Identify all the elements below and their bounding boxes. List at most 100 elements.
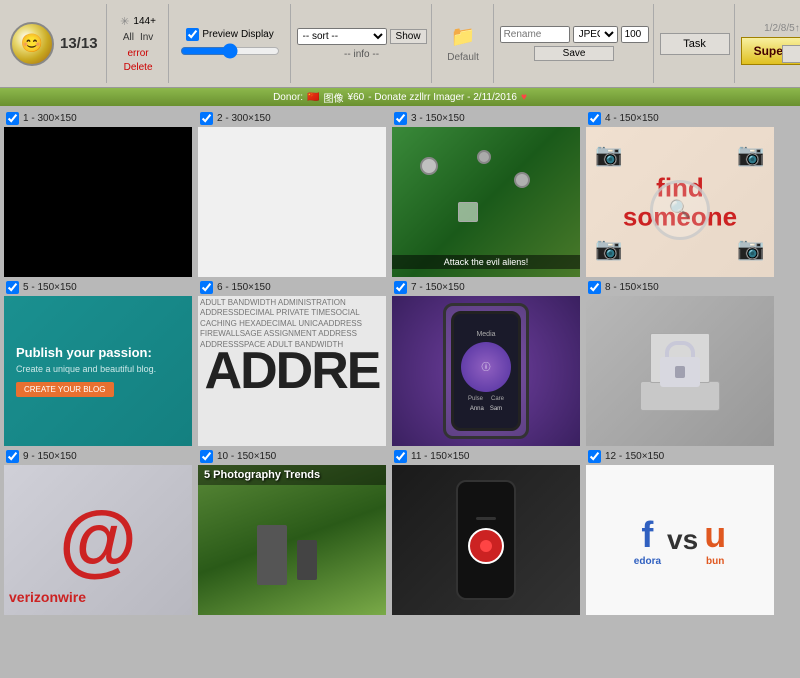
image-2-checkbox[interactable]: [200, 112, 213, 125]
image-1-preview[interactable]: [4, 127, 192, 277]
image-7-label: 7 - 150×150: [411, 282, 465, 293]
display-label: Display: [241, 29, 274, 40]
logo-section: 😊 13/13: [2, 4, 107, 83]
delete-label[interactable]: Delete: [124, 62, 153, 73]
preview-label: Preview: [202, 29, 238, 40]
grid-row-2: 5 - 150×150 Publish your passion: Create…: [4, 279, 796, 446]
image-6-label: 6 - 150×150: [217, 282, 271, 293]
image-9-label: 9 - 150×150: [23, 451, 77, 462]
show-button[interactable]: Show: [390, 29, 427, 44]
folder-section: 📁 Default: [434, 4, 494, 83]
image-1-checkbox[interactable]: [6, 112, 19, 125]
quality-input[interactable]: [621, 26, 649, 43]
image-4-preview[interactable]: findsomeone 📷 📷 📷 📷 🔍: [586, 127, 774, 277]
vip-speed: 1/2/8/5↑: [764, 23, 800, 34]
image-1-label: 1 - 300×150: [23, 113, 77, 124]
donor-amount: ¥60: [348, 92, 365, 103]
donor-flag: 🇨🇳: [307, 92, 319, 103]
ubuntu-u-icon: u: [704, 514, 726, 556]
image-3-checkbox[interactable]: [394, 112, 407, 125]
image-8-label: 8 - 150×150: [605, 282, 659, 293]
clip-button[interactable]: Clip: [782, 45, 800, 63]
star-icon: ✳: [120, 15, 129, 28]
image-10-checkbox[interactable]: [200, 450, 213, 463]
heart-icon: ♥: [521, 92, 527, 103]
image-11-preview[interactable]: [392, 465, 580, 615]
sort-section: -- sort -- Show -- info --: [293, 4, 432, 83]
image-2-label: 2 - 300×150: [217, 113, 271, 124]
star-count: 144+: [133, 16, 156, 27]
grid-cell-4: 4 - 150×150 findsomeone 📷 📷 📷 📷 🔍: [586, 110, 776, 277]
grid-cell-8: 8 - 150×150: [586, 279, 776, 446]
selection-section: ✳ 144+ All Inv error Delete: [109, 4, 169, 83]
info-label: -- info --: [344, 49, 379, 60]
app-logo: 😊: [10, 22, 54, 66]
grid-cell-2: 2 - 300×150: [198, 110, 388, 277]
folder-icon[interactable]: 📁: [451, 24, 476, 49]
image-5-label: 5 - 150×150: [23, 282, 77, 293]
preview-checkbox[interactable]: [186, 28, 199, 41]
image-2-preview[interactable]: [198, 127, 386, 277]
image-10-label: 10 - 150×150: [217, 451, 276, 462]
image-9-preview[interactable]: @ verizonwire: [4, 465, 192, 615]
donor-name: 图像: [324, 90, 344, 105]
rename-input[interactable]: [500, 26, 570, 43]
image-3-caption: Attack the evil aliens!: [392, 255, 580, 269]
image-5-preview[interactable]: Publish your passion: Create a unique an…: [4, 296, 192, 446]
image-4-checkbox[interactable]: [588, 112, 601, 125]
preview-section: Preview Display: [171, 4, 291, 83]
image-7-checkbox[interactable]: [394, 281, 407, 294]
grid-row-3: 9 - 150×150 @ verizonwire 10 - 150×150: [4, 448, 796, 615]
blog-title: Publish your passion:: [16, 345, 152, 360]
rename-section: JPEGPNGGIF Save: [496, 4, 654, 83]
default-label: Default: [447, 52, 479, 63]
address-bg-text: ADULT BANDWIDTH ADMINISTRATION ADDRESSDE…: [198, 296, 386, 446]
image-12-checkbox[interactable]: [588, 450, 601, 463]
photo-caption: 5 Photography Trends: [204, 469, 320, 481]
image-9-checkbox[interactable]: [6, 450, 19, 463]
error-label: error: [127, 48, 148, 59]
format-select[interactable]: JPEGPNGGIF: [573, 26, 618, 43]
supervip-section: 1/2/8/5↑ Super VIP: [737, 4, 800, 83]
grid-cell-9: 9 - 150×150 @ verizonwire: [4, 448, 194, 615]
grid-cell-11: 11 - 150×150: [392, 448, 582, 615]
statusbar: Donor: 🇨🇳 图像 ¥60 - Donate zzllrr Imager …: [0, 88, 800, 106]
donor-message: - Donate zzllrr Imager - 2/11/2016: [368, 92, 517, 103]
image-7-preview[interactable]: Media ⓘ Pulse Care Anna Sam: [392, 296, 580, 446]
grid-cell-6: 6 - 150×150 ADULT BANDWIDTH ADMINISTRATI…: [198, 279, 388, 446]
image-10-preview[interactable]: 5 Photography Trends: [198, 465, 386, 615]
image-3-preview[interactable]: Attack the evil aliens!: [392, 127, 580, 277]
image-6-preview[interactable]: ADULT BANDWIDTH ADMINISTRATION ADDRESSDE…: [198, 296, 386, 446]
task-button[interactable]: Task: [660, 33, 730, 55]
grid-cell-5: 5 - 150×150 Publish your passion: Create…: [4, 279, 194, 446]
toolbar: 😊 13/13 ✳ 144+ All Inv error Delete Prev…: [0, 0, 800, 88]
grid-cell-3: 3 - 150×150 Attack the evil aliens!: [392, 110, 582, 277]
image-12-label: 12 - 150×150: [605, 451, 664, 462]
save-button[interactable]: Save: [534, 46, 614, 61]
grid-cell-1: 1 - 300×150: [4, 110, 194, 277]
image-11-label: 11 - 150×150: [411, 451, 469, 462]
image-12-preview[interactable]: f edora vs u bun: [586, 465, 774, 615]
image-8-checkbox[interactable]: [588, 281, 601, 294]
sort-select[interactable]: -- sort --: [297, 28, 387, 45]
inv-label[interactable]: Inv: [140, 32, 153, 43]
at-bottom-text: verizonwire: [9, 589, 86, 605]
grid-cell-10: 10 - 150×150 5 Photography Trends: [198, 448, 388, 615]
image-counter: 13/13: [60, 35, 98, 52]
blog-cta: CREATE YOUR BLOG: [16, 382, 114, 397]
task-section: Task: [656, 4, 735, 83]
preview-slider[interactable]: [180, 43, 280, 59]
donor-label: Donor:: [273, 92, 303, 103]
image-5-checkbox[interactable]: [6, 281, 19, 294]
image-6-checkbox[interactable]: [200, 281, 213, 294]
image-3-label: 3 - 150×150: [411, 113, 465, 124]
grid-cell-7: 7 - 150×150 Media ⓘ Pulse Care An: [392, 279, 582, 446]
fedora-f-icon: f: [641, 514, 653, 556]
image-grid: 1 - 300×150 2 - 300×150 3 - 150×150: [0, 106, 800, 678]
all-label[interactable]: All: [123, 32, 134, 43]
grid-cell-12: 12 - 150×150 f edora vs u bun: [586, 448, 776, 615]
image-8-preview[interactable]: [586, 296, 774, 446]
image-11-checkbox[interactable]: [394, 450, 407, 463]
grid-row-1: 1 - 300×150 2 - 300×150 3 - 150×150: [4, 110, 796, 277]
image-4-label: 4 - 150×150: [605, 113, 659, 124]
